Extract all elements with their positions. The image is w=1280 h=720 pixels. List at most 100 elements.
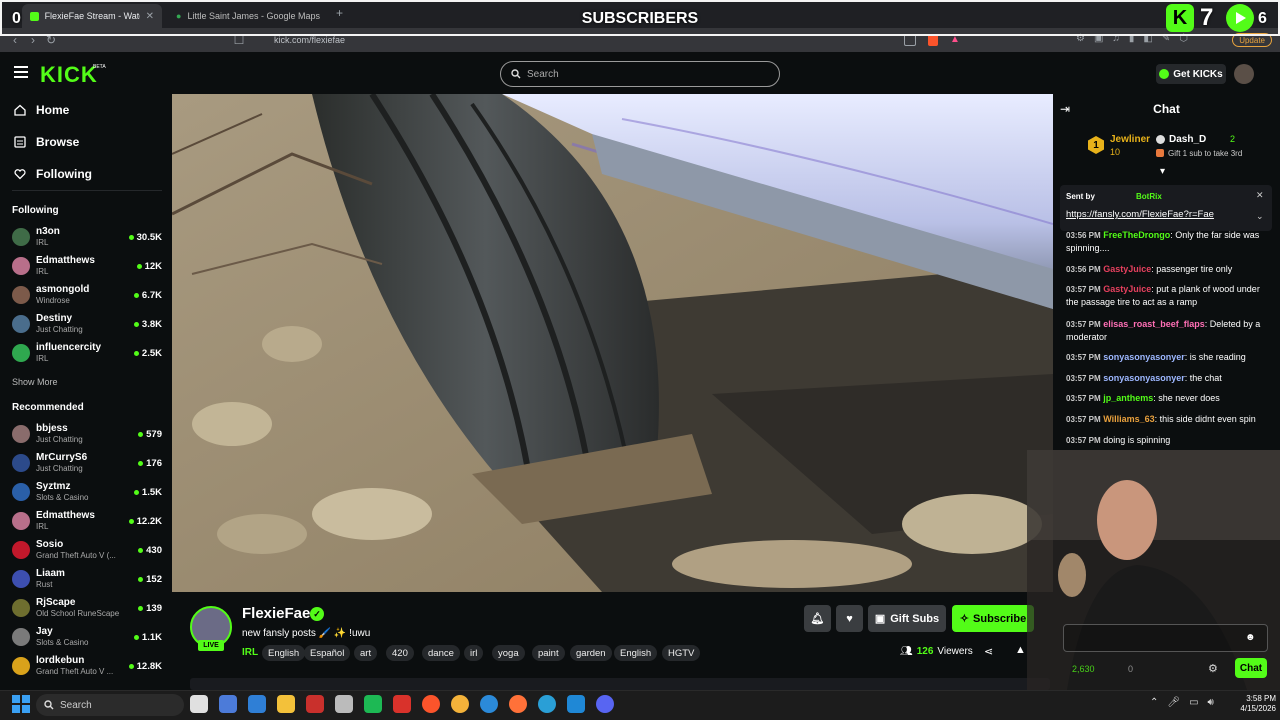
chat-username[interactable]: sonyasonyasonyer (1103, 352, 1185, 362)
chat-username[interactable]: sonyasonyasonyer (1103, 373, 1185, 383)
stream-tag[interactable]: garden (570, 645, 612, 661)
menu-icon[interactable] (14, 66, 28, 78)
chat-timestamp: 03:57 PM (1066, 394, 1101, 403)
stream-tag[interactable]: English (262, 645, 306, 661)
chrome-icon[interactable] (451, 695, 469, 713)
sidebar-item-home[interactable]: Home (14, 95, 69, 125)
share-icon[interactable] (904, 34, 916, 46)
reload-icon[interactable]: ↻ (42, 33, 60, 47)
taskbar-clock[interactable]: 3:58 PM 4/15/2026 (1236, 694, 1276, 714)
extensions-icons[interactable]: ⚙▣♫▮◧✎⬡ (1076, 33, 1197, 44)
system-tray-icons[interactable]: ⌃🎤︎▭🔊︎ (1150, 697, 1223, 708)
browse-icon (14, 136, 26, 148)
channel-category: Just Chatting (36, 464, 83, 473)
chat-username[interactable]: GastyJuice (1103, 264, 1151, 274)
notifications-button[interactable]: 🔔︎ (804, 605, 831, 632)
sidebar-channel[interactable]: Edmatthews IRL 12.2K (12, 507, 162, 535)
stream-tag[interactable]: HGTV (662, 645, 701, 661)
unpin-icon[interactable]: ✕ (1256, 190, 1264, 201)
discord-icon[interactable] (596, 695, 614, 713)
stream-tag[interactable]: dance (422, 645, 460, 661)
share-icon[interactable]: ⋖ (984, 645, 993, 658)
stream-tag[interactable]: Español (304, 645, 351, 661)
file-explorer-icon[interactable] (277, 695, 295, 713)
taskbar-search[interactable]: Search (36, 694, 184, 716)
chat-send-button[interactable]: Chat (1235, 658, 1267, 678)
expand-leaderboard-icon[interactable]: ▾ (1160, 166, 1165, 177)
stream-tag[interactable]: English (614, 645, 658, 661)
chat-timestamp: 03:57 PM (1066, 415, 1101, 424)
chat-username[interactable]: elisas_roast_beef_flaps (1103, 319, 1205, 329)
teams-icon[interactable] (219, 695, 237, 713)
leaderboard-first-name[interactable]: Jewliner (1110, 134, 1150, 145)
brave-shield-icon[interactable] (928, 34, 938, 46)
search-input[interactable]: Search (500, 61, 780, 87)
stream-category[interactable]: IRL (242, 647, 258, 658)
pinned-link[interactable]: https://fansly.com/FlexieFae?r=Fae (1066, 209, 1214, 220)
stream-tag[interactable]: yoga (492, 645, 525, 661)
follow-button[interactable]: ♥ (836, 605, 863, 632)
chat-settings-icon[interactable]: ⚙ (1208, 662, 1218, 675)
brave-icon[interactable] (422, 695, 440, 713)
sidebar-channel[interactable]: Destiny Just Chatting 3.8K (12, 310, 162, 338)
sidebar-channel[interactable]: Jay Slots & Casino 1.1K (12, 623, 162, 651)
video-player[interactable] (172, 94, 1053, 592)
pinned-bot-name[interactable]: BotRix (1136, 192, 1162, 201)
stream-tag[interactable]: paint (532, 645, 565, 661)
sidebar-channel[interactable]: lordkebun Grand Theft Auto V ... 12.8K (12, 652, 162, 680)
search-icon (511, 69, 521, 79)
chat-username[interactable]: FreeTheDrongo (1103, 230, 1170, 240)
record-icon[interactable] (393, 695, 411, 713)
subscribe-button[interactable]: ✧ Subscribe (952, 605, 1034, 632)
sidebar-item-browse[interactable]: Browse (14, 127, 79, 157)
chat-username[interactable]: Williams_63 (1103, 414, 1154, 424)
channel-viewers: 2.5K (133, 348, 162, 359)
url-field[interactable]: kick.com/flexiefae (248, 31, 968, 49)
streamer-name[interactable]: FlexieFae (242, 605, 310, 622)
sidebar-channel[interactable]: Syztmz Slots & Casino 1.5K (12, 478, 162, 506)
stream-tag[interactable]: art (354, 645, 378, 661)
news-icon[interactable] (306, 695, 324, 713)
expand-pinned-icon[interactable]: ⌄ (1256, 211, 1264, 222)
windows-start-icon[interactable] (12, 695, 30, 713)
leaderboard-second-name[interactable]: Dash_D (1169, 134, 1206, 145)
sidebar-channel[interactable]: Sosio Grand Theft Auto V (... 430 (12, 536, 162, 564)
brave-rewards-icon[interactable]: ▲ (950, 34, 962, 46)
sidebar-channel[interactable]: bbjess Just Chatting 579 (12, 420, 162, 448)
edge-icon[interactable] (480, 695, 498, 713)
get-kicks-button[interactable]: Get KICKs (1156, 64, 1226, 84)
sidebar-channel[interactable]: n3on IRL 30.5K (12, 223, 162, 251)
app-icon[interactable] (248, 695, 266, 713)
bookmark-icon[interactable]: ☐ (230, 33, 248, 47)
sidebar-channel[interactable]: influencercity IRL 2.5K (12, 339, 162, 367)
report-icon[interactable]: ▲ (1015, 644, 1026, 656)
chat-username[interactable]: jp_anthems (1103, 393, 1153, 403)
emote-icon[interactable]: ☻ (1245, 632, 1256, 643)
app-icon[interactable] (364, 695, 382, 713)
vscode-icon[interactable] (567, 695, 585, 713)
show-more-link[interactable]: Show More (12, 377, 58, 387)
kick-logo[interactable]: KICK (40, 62, 98, 88)
forward-icon[interactable]: › (24, 33, 42, 47)
channel-category: IRL (36, 354, 49, 363)
chat-username[interactable]: GastyJuice (1103, 284, 1151, 294)
user-avatar[interactable] (1234, 64, 1254, 84)
sidebar-channel[interactable]: Liaam Rust 152 (12, 565, 162, 593)
stream-tag[interactable]: 420 (386, 645, 414, 661)
sidebar-item-following[interactable]: Following (14, 159, 92, 189)
app-icon[interactable] (538, 695, 556, 713)
leaderboard-second-count: 2 (1230, 134, 1236, 144)
sidebar-channel[interactable]: RjScape Old School RuneScape 139 (12, 594, 162, 622)
gift-subs-button[interactable]: ▣ Gift Subs (868, 605, 946, 632)
update-button[interactable]: Update (1232, 33, 1272, 47)
clock-app-icon[interactable] (335, 695, 353, 713)
back-icon[interactable]: ‹ (6, 33, 24, 47)
sidebar-channel[interactable]: MrCurryS6 Just Chatting 176 (12, 449, 162, 477)
sidebar-channel[interactable]: Edmatthews IRL 12K (12, 252, 162, 280)
channel-viewers: 12.8K (128, 661, 162, 672)
sidebar-channel[interactable]: asmongold Windrose 6.7K (12, 281, 162, 309)
firefox-icon[interactable] (509, 695, 527, 713)
task-view-icon[interactable] (190, 695, 208, 713)
stream-tag[interactable]: irl (464, 645, 484, 661)
chat-input[interactable] (1063, 624, 1268, 652)
